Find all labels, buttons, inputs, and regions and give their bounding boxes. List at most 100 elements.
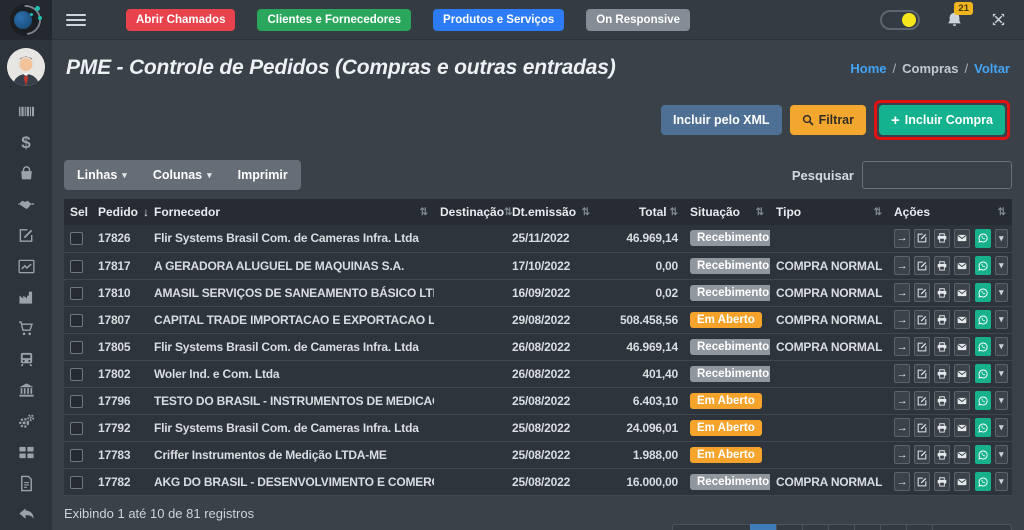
breadcrumb-voltar-link[interactable]: Voltar: [974, 61, 1010, 76]
more-actions-button[interactable]: ▾: [995, 364, 1008, 383]
shopping-bag-icon[interactable]: [15, 164, 37, 183]
row-checkbox[interactable]: [70, 368, 83, 381]
print-order-button[interactable]: [934, 229, 950, 248]
table-row[interactable]: 17807 CAPITAL TRADE IMPORTACAO E EXPORTA…: [64, 306, 1012, 333]
factory-icon[interactable]: [15, 288, 37, 307]
row-checkbox[interactable]: [70, 287, 83, 300]
col-pedido[interactable]: Pedido↓: [92, 199, 148, 225]
user-avatar[interactable]: [7, 48, 45, 86]
document-icon[interactable]: [15, 474, 37, 493]
open-order-button[interactable]: →: [894, 310, 910, 329]
edit-order-button[interactable]: [914, 391, 930, 410]
col-fornecedor[interactable]: Fornecedor⇅: [148, 199, 434, 225]
more-actions-button[interactable]: ▾: [995, 391, 1008, 410]
edit-order-button[interactable]: [914, 229, 930, 248]
gears-icon[interactable]: [15, 412, 37, 431]
edit-order-button[interactable]: [914, 256, 930, 275]
row-checkbox[interactable]: [70, 395, 83, 408]
open-order-button[interactable]: →: [894, 418, 910, 437]
email-order-button[interactable]: [954, 337, 970, 356]
dollar-icon[interactable]: $: [15, 133, 37, 152]
colunas-dropdown[interactable]: Colunas▾: [140, 160, 225, 190]
more-actions-button[interactable]: ▾: [995, 229, 1008, 248]
pagination-page[interactable]: 3: [802, 524, 829, 530]
email-order-button[interactable]: [954, 364, 970, 383]
search-input[interactable]: [862, 161, 1012, 189]
table-row[interactable]: 17802 Woler Ind. e Com. Ltda 26/08/2022 …: [64, 360, 1012, 387]
table-row[interactable]: 17783 Criffer Instrumentos de Medição LT…: [64, 441, 1012, 468]
print-order-button[interactable]: [934, 445, 950, 464]
whatsapp-button[interactable]: [975, 472, 991, 491]
edit-order-button[interactable]: [914, 418, 930, 437]
table-row[interactable]: 17826 Flir Systems Brasil Com. de Camera…: [64, 225, 1012, 252]
row-checkbox[interactable]: [70, 314, 83, 327]
pagination-page[interactable]: 9: [906, 524, 933, 530]
clientes-fornecedores-button[interactable]: Clientes e Fornecedores: [257, 9, 411, 31]
whatsapp-button[interactable]: [975, 391, 991, 410]
row-checkbox[interactable]: [70, 341, 83, 354]
incluir-compra-button[interactable]: + Incluir Compra: [879, 105, 1005, 135]
print-order-button[interactable]: [934, 256, 950, 275]
row-checkbox[interactable]: [70, 260, 83, 273]
email-order-button[interactable]: [954, 445, 970, 464]
open-order-button[interactable]: →: [894, 283, 910, 302]
edit-order-button[interactable]: [914, 310, 930, 329]
whatsapp-button[interactable]: [975, 418, 991, 437]
email-order-button[interactable]: [954, 310, 970, 329]
col-dt-emissao[interactable]: Dt.emissão⇅: [506, 199, 596, 225]
more-actions-button[interactable]: ▾: [995, 445, 1008, 464]
edit-order-button[interactable]: [914, 283, 930, 302]
bank-icon[interactable]: [15, 381, 37, 400]
whatsapp-button[interactable]: [975, 337, 991, 356]
more-actions-button[interactable]: ▾: [995, 337, 1008, 356]
shopping-cart-icon[interactable]: [15, 319, 37, 338]
table-row[interactable]: 17810 AMASIL SERVIÇOS DE SANEAMENTO BÁSI…: [64, 279, 1012, 306]
table-row[interactable]: 17796 TESTO DO BRASIL - INSTRUMENTOS DE …: [64, 387, 1012, 414]
truck-icon[interactable]: [15, 350, 37, 369]
edit-order-button[interactable]: [914, 445, 930, 464]
print-order-button[interactable]: [934, 283, 950, 302]
table-row[interactable]: 17817 A GERADORA ALUGUEL DE MAQUINAS S.A…: [64, 252, 1012, 279]
breadcrumb-home-link[interactable]: Home: [850, 61, 886, 76]
open-order-button[interactable]: →: [894, 391, 910, 410]
table-row[interactable]: 17782 AKG DO BRASIL - DESENVOLVIMENTO E …: [64, 468, 1012, 495]
on-responsive-button[interactable]: On Responsive: [586, 9, 690, 31]
print-order-button[interactable]: [934, 364, 950, 383]
pagination-prev[interactable]: Anterior: [672, 524, 751, 530]
col-total[interactable]: Total⇅: [596, 199, 684, 225]
more-actions-button[interactable]: ▾: [995, 472, 1008, 491]
row-checkbox[interactable]: [70, 449, 83, 462]
col-destinacao[interactable]: Destinação⇅: [434, 199, 506, 225]
more-actions-button[interactable]: ▾: [995, 418, 1008, 437]
barcode-icon[interactable]: [15, 102, 37, 121]
email-order-button[interactable]: [954, 229, 970, 248]
notifications-button[interactable]: 21: [946, 11, 963, 28]
table-row[interactable]: 17792 Flir Systems Brasil Com. de Camera…: [64, 414, 1012, 441]
email-order-button[interactable]: [954, 472, 970, 491]
row-checkbox[interactable]: [70, 232, 83, 245]
chart-line-icon[interactable]: [15, 257, 37, 276]
theme-toggle[interactable]: [880, 10, 920, 30]
whatsapp-button[interactable]: [975, 283, 991, 302]
whatsapp-button[interactable]: [975, 310, 991, 329]
more-actions-button[interactable]: ▾: [995, 256, 1008, 275]
open-order-button[interactable]: →: [894, 364, 910, 383]
email-order-button[interactable]: [954, 418, 970, 437]
whatsapp-button[interactable]: [975, 256, 991, 275]
abrir-chamados-button[interactable]: Abrir Chamados: [126, 9, 235, 31]
fullscreen-icon[interactable]: [991, 12, 1006, 27]
pagination-page[interactable]: 2: [776, 524, 803, 530]
print-order-button[interactable]: [934, 472, 950, 491]
open-order-button[interactable]: →: [894, 256, 910, 275]
email-order-button[interactable]: [954, 256, 970, 275]
handshake-icon[interactable]: [15, 195, 37, 214]
edit-order-button[interactable]: [914, 337, 930, 356]
whatsapp-button[interactable]: [975, 229, 991, 248]
menu-icon[interactable]: [66, 14, 86, 26]
email-order-button[interactable]: [954, 283, 970, 302]
row-checkbox[interactable]: [70, 422, 83, 435]
table-row[interactable]: 17805 Flir Systems Brasil Com. de Camera…: [64, 333, 1012, 360]
row-checkbox[interactable]: [70, 476, 83, 489]
open-order-button[interactable]: →: [894, 445, 910, 464]
print-order-button[interactable]: [934, 418, 950, 437]
